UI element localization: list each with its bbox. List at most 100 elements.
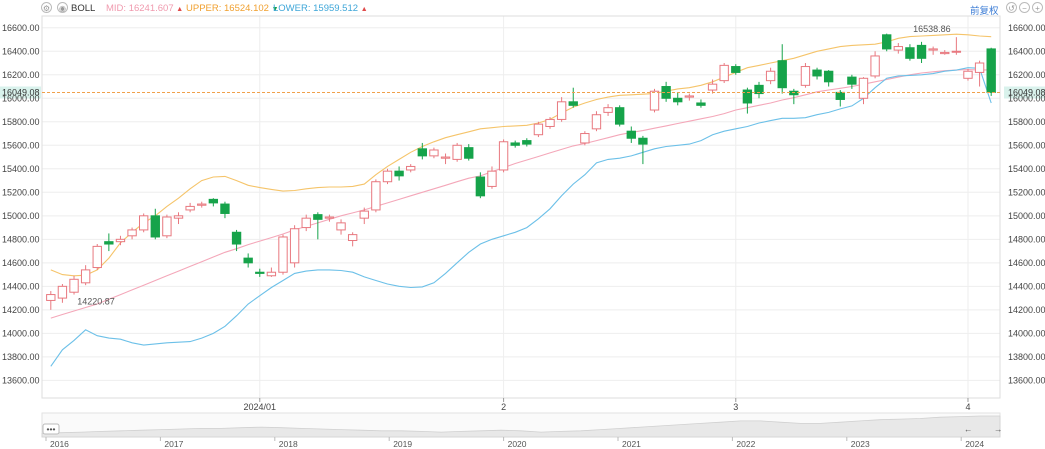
candle-up <box>974 60 985 87</box>
candle-body <box>545 118 555 127</box>
candle-up <box>301 214 311 232</box>
y-tick-label: 16600.00 <box>1008 23 1045 33</box>
candle-body <box>696 102 706 106</box>
candle-up <box>951 37 962 55</box>
candle-body <box>347 234 358 241</box>
candle-up <box>278 234 288 275</box>
candle-body <box>847 76 857 85</box>
candle-up <box>765 67 776 85</box>
candle-down <box>696 99 706 108</box>
candle-up <box>545 117 555 129</box>
y-tick-label: 13600.00 <box>2 375 40 385</box>
candle-up <box>591 111 602 132</box>
navigator-forward-icon: → <box>994 424 1003 434</box>
candle-body <box>197 203 207 206</box>
candle-down <box>673 92 683 106</box>
candle-body <box>742 89 753 104</box>
candle-up <box>684 93 695 101</box>
candle-down <box>208 198 219 207</box>
candle-up <box>707 79 718 94</box>
candle-body <box>150 215 160 238</box>
candle-down <box>313 212 323 240</box>
candle-down <box>464 144 474 161</box>
candle-down <box>812 67 822 80</box>
candle-down <box>510 140 520 148</box>
y-tick-label: 14600.00 <box>2 258 40 268</box>
y-tick-label: 14600.00 <box>1008 258 1045 268</box>
navigator-year-label: 2021 <box>622 439 641 449</box>
y-tick-label: 15600.00 <box>2 140 40 150</box>
y-tick-label: 14400.00 <box>1008 281 1045 291</box>
y-tick-label: 15800.00 <box>2 117 40 127</box>
candle-body <box>986 48 996 93</box>
candle-body <box>974 62 985 73</box>
navigator-year-label: 2022 <box>736 439 755 449</box>
candle-body <box>893 46 903 51</box>
boll-candlestick-chart[interactable]: 16049.08 16049.08 13600.00 13800.00 14000.0… <box>0 0 1045 449</box>
candle-body <box>591 114 602 130</box>
candle-body <box>231 231 242 245</box>
candle-up <box>197 201 207 208</box>
candle-up <box>580 131 590 146</box>
extreme-label: 14220.87 <box>77 296 115 306</box>
candle-body <box>800 66 811 86</box>
x-tick-label: 2 <box>501 402 506 412</box>
candle-body <box>429 149 439 157</box>
candle-body <box>336 222 346 231</box>
candle-up <box>406 164 416 173</box>
candle-body <box>765 70 776 82</box>
candle-body <box>313 214 323 220</box>
candle-body <box>139 215 149 231</box>
navigator-ellipsis: ••• <box>47 424 56 434</box>
extreme-label: 16538.86 <box>913 24 951 34</box>
candle-up <box>115 235 126 246</box>
candle-body <box>92 245 102 269</box>
candle-body <box>406 165 416 171</box>
y-tick-label: 14200.00 <box>1008 305 1045 315</box>
candle-down <box>243 253 253 268</box>
candle-body <box>69 278 79 293</box>
candle-up <box>162 214 172 239</box>
range-navigator[interactable]: ••• ← → 2016 2017 2018 2019 2020 2021 2022 2023 202… <box>41 412 1003 449</box>
navigator-year-label: 2024 <box>965 439 984 449</box>
candle-down <box>104 233 114 252</box>
candle-down <box>823 70 834 87</box>
candle-body <box>684 95 695 98</box>
y-axis-left: 13600.00 13800.00 14000.00 14200.00 14400.00… <box>2 23 40 386</box>
candle-up <box>80 265 91 286</box>
candle-body <box>568 101 578 106</box>
candle-up <box>57 283 68 303</box>
candle-body <box>243 257 253 264</box>
candle-up <box>870 51 880 79</box>
chart-annotations: 16538.86 14220.87 <box>77 24 950 306</box>
candle-body <box>673 97 683 103</box>
current-price-line: 16049.08 16049.08 <box>0 86 1045 99</box>
y-tick-label: 16600.00 <box>2 23 40 33</box>
candle-body <box>417 148 427 157</box>
y-tick-label: 14200.00 <box>2 305 40 315</box>
candle-body <box>498 141 509 171</box>
y-tick-label: 14800.00 <box>1008 234 1045 244</box>
y-tick-label: 14000.00 <box>2 328 40 338</box>
y-tick-label: 16400.00 <box>1008 46 1045 56</box>
candle-up <box>498 139 509 173</box>
candle-body <box>371 181 381 211</box>
candle-up <box>336 219 346 235</box>
y-axis-right: 13600.00 13800.00 14000.00 14200.00 14400.00… <box>1008 23 1045 386</box>
candle-down <box>905 44 915 61</box>
candle-body <box>440 156 451 159</box>
candle-body <box>870 55 880 77</box>
candle-body <box>963 70 973 79</box>
y-tick-label: 16000.00 <box>1008 93 1045 103</box>
candle-up <box>429 147 439 159</box>
candle-body <box>928 48 938 51</box>
candle-body <box>707 83 718 91</box>
candle-up <box>487 166 497 189</box>
candle-down <box>986 47 996 96</box>
candle-down <box>638 135 648 165</box>
candle-body <box>162 216 172 237</box>
candle-body <box>882 34 892 50</box>
candle-body <box>510 142 520 146</box>
candle-body <box>603 107 613 113</box>
candle-body <box>905 47 915 59</box>
